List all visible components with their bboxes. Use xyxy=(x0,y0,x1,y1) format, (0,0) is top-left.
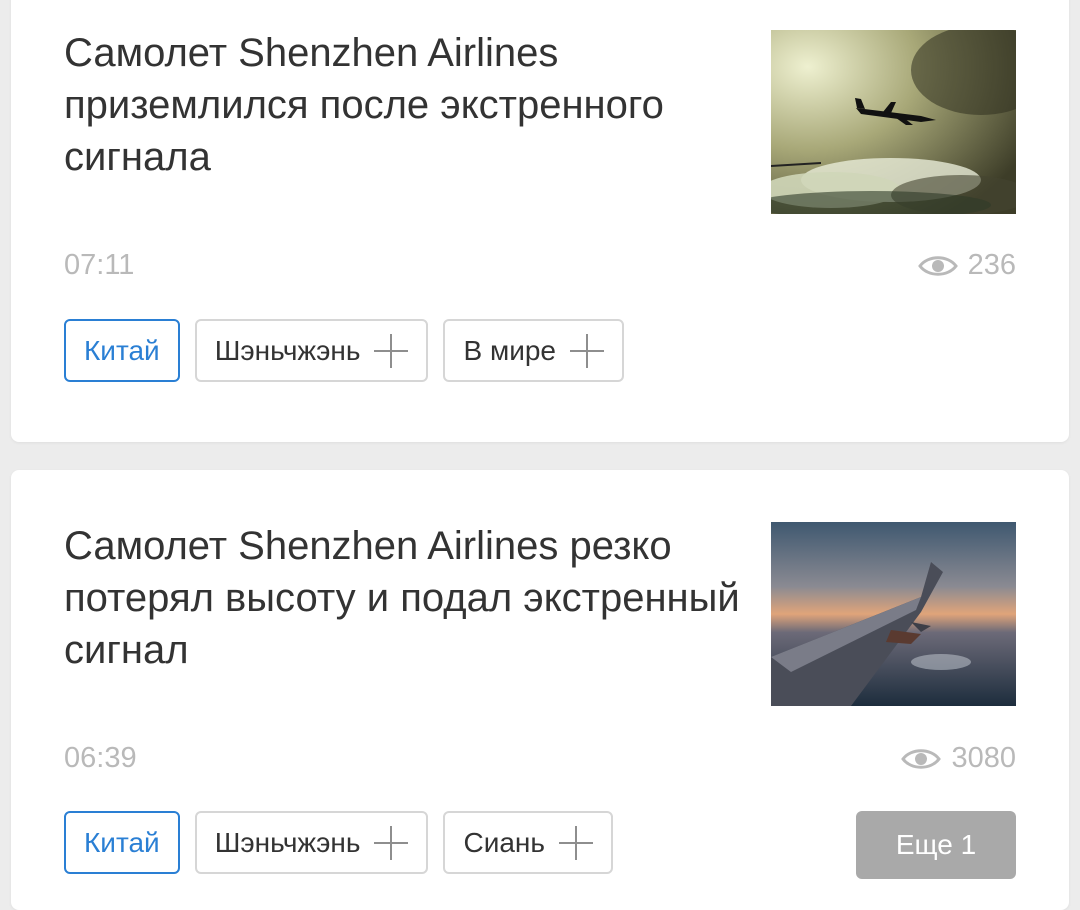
news-card[interactable]: Самолет Shenzhen Airlines резко потерял … xyxy=(11,470,1069,910)
views-counter: 236 xyxy=(917,249,1016,282)
tag-label: Китай xyxy=(84,826,160,858)
tag-chip[interactable]: Шэньчжэнь xyxy=(194,319,429,382)
more-tags-button[interactable]: Еще 1 xyxy=(856,811,1016,879)
publish-time: 07:11 xyxy=(64,249,135,281)
article-thumbnail[interactable] xyxy=(771,522,1016,706)
tag-label: Шэньчжэнь xyxy=(214,826,361,858)
article-title[interactable]: Самолет Shenzhen Airlines резко потерял … xyxy=(64,520,754,676)
article-title[interactable]: Самолет Shenzhen Airlines приземлился по… xyxy=(64,27,754,183)
tag-list: Китай Шэньчжэнь Сиань xyxy=(64,811,613,874)
plane-in-clouds-image xyxy=(771,30,1016,214)
airplane-wing-sunset-image xyxy=(771,522,1016,706)
views-count: 236 xyxy=(967,249,1016,281)
views-counter: 3080 xyxy=(901,742,1016,775)
eye-icon xyxy=(901,748,942,769)
news-card[interactable]: Самолет Shenzhen Airlines приземлился по… xyxy=(11,0,1069,442)
tag-chip[interactable]: Сиань xyxy=(443,811,613,874)
plus-icon[interactable] xyxy=(374,333,409,368)
tag-label: Шэньчжэнь xyxy=(214,334,361,366)
plus-icon[interactable] xyxy=(569,333,604,368)
article-thumbnail[interactable] xyxy=(771,30,1016,214)
eye-icon xyxy=(917,255,958,276)
views-count: 3080 xyxy=(951,742,1016,774)
publish-time: 06:39 xyxy=(64,742,137,774)
tag-label: Китай xyxy=(84,334,160,366)
tag-chip[interactable]: В мире xyxy=(443,319,624,382)
plus-icon[interactable] xyxy=(558,825,593,860)
tag-label: В мире xyxy=(463,334,556,366)
plus-icon[interactable] xyxy=(374,825,409,860)
tag-chip-active[interactable]: Китай xyxy=(64,319,180,382)
tag-list: Китай Шэньчжэнь В мире xyxy=(64,319,624,382)
tag-chip-active[interactable]: Китай xyxy=(64,811,180,874)
tag-chip[interactable]: Шэньчжэнь xyxy=(194,811,429,874)
tag-label: Сиань xyxy=(463,826,545,858)
